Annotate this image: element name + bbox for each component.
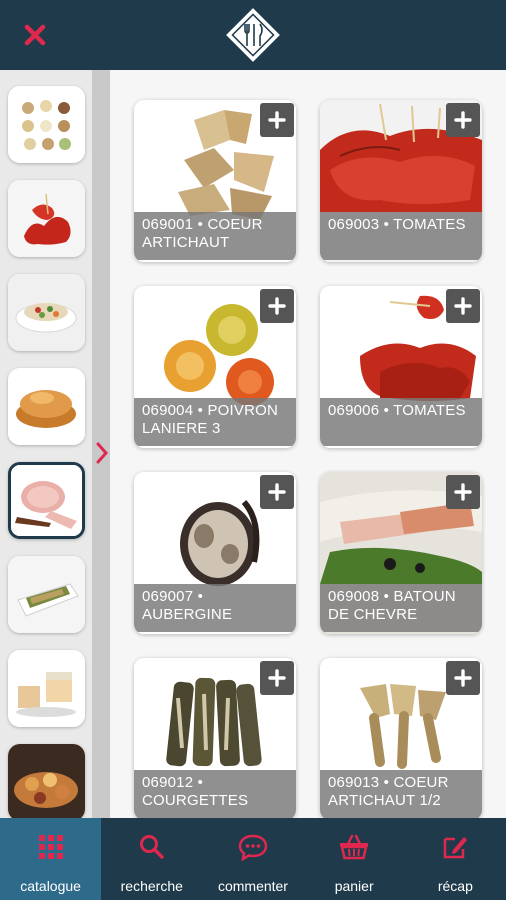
- chevron-right-icon: [96, 442, 108, 464]
- product-label: 069003 • TOMATES: [320, 212, 482, 260]
- nav-recap[interactable]: récap: [405, 818, 506, 900]
- add-to-cart-button[interactable]: [446, 289, 480, 323]
- product-card[interactable]: 069007 • AUBERGINE: [134, 472, 296, 634]
- canapes-thumbnail: [8, 86, 85, 163]
- close-icon: [24, 24, 46, 46]
- nav-label: recherche: [120, 878, 183, 894]
- nav-label: catalogue: [20, 878, 81, 894]
- product-label: 069012 • COURGETTES: [134, 770, 296, 818]
- add-to-cart-button[interactable]: [260, 475, 294, 509]
- plus-icon: [268, 111, 286, 129]
- plus-icon: [454, 297, 472, 315]
- product-card[interactable]: 069013 • COEUR ARTICHAUT 1/2: [320, 658, 482, 818]
- product-card[interactable]: 069006 • TOMATES: [320, 286, 482, 448]
- product-label: 069007 • AUBERGINE: [134, 584, 296, 632]
- add-to-cart-button[interactable]: [260, 289, 294, 323]
- plus-icon: [454, 669, 472, 687]
- category-thumb-canapes[interactable]: [8, 86, 85, 163]
- app-logo: [226, 8, 280, 62]
- product-card[interactable]: 069001 • COEUR ARTICHAUT: [134, 100, 296, 262]
- category-thumb-terrine[interactable]: [8, 556, 85, 633]
- platter-thumbnail: [8, 744, 85, 818]
- salad-bowl-thumbnail: [8, 274, 85, 351]
- close-button[interactable]: [18, 18, 52, 52]
- edit-icon: [440, 832, 470, 862]
- product-card[interactable]: 069012 • COURGETTES: [134, 658, 296, 818]
- category-thumb-tomato-skewers[interactable]: [8, 180, 85, 257]
- sidebar-expand-button[interactable]: [94, 440, 110, 466]
- plus-icon: [454, 111, 472, 129]
- plus-icon: [268, 669, 286, 687]
- plus-icon: [268, 483, 286, 501]
- nav-label: panier: [334, 878, 374, 894]
- category-thumb-pastry[interactable]: [8, 368, 85, 445]
- search-icon: [137, 832, 167, 862]
- product-card[interactable]: 069004 • POIVRON LANIERE 3: [134, 286, 296, 448]
- nav-catalogue[interactable]: catalogue: [0, 818, 102, 900]
- category-thumb-salad[interactable]: [8, 274, 85, 351]
- ham-thumbnail: [11, 465, 82, 536]
- product-label: 069013 • COEUR ARTICHAUT 1/2: [320, 770, 482, 818]
- bottom-navigation: catalogue recherche commenter panier réc…: [0, 818, 506, 900]
- category-thumb-platter[interactable]: [8, 744, 85, 818]
- app-root: 069001 • COEUR ARTICHAUT 069003 • TOMATE…: [0, 0, 506, 900]
- category-sidebar: [0, 70, 110, 818]
- pastry-thumbnail: [8, 368, 85, 445]
- terrine-dish-thumbnail: [8, 556, 85, 633]
- top-bar: [0, 0, 506, 70]
- add-to-cart-button[interactable]: [260, 661, 294, 695]
- nav-label: commenter: [217, 878, 288, 894]
- add-to-cart-button[interactable]: [446, 103, 480, 137]
- nav-label: récap: [437, 878, 473, 894]
- add-to-cart-button[interactable]: [446, 475, 480, 509]
- nav-panier[interactable]: panier: [304, 818, 405, 900]
- grid-icon: [36, 832, 66, 862]
- comment-icon: [238, 832, 268, 862]
- product-label: 069008 • BATOUN DE CHEVRE: [320, 584, 482, 632]
- plus-icon: [454, 483, 472, 501]
- foie-gras-thumbnail: [8, 650, 85, 727]
- product-label: 069006 • TOMATES: [320, 398, 482, 446]
- product-card[interactable]: 069008 • BATOUN DE CHEVRE: [320, 472, 482, 634]
- fork-knife-logo-icon: [226, 8, 280, 62]
- nav-commenter[interactable]: commenter: [202, 818, 303, 900]
- category-thumb-foie-gras[interactable]: [8, 650, 85, 727]
- product-card[interactable]: 069003 • TOMATES: [320, 100, 482, 262]
- tomato-skewers-thumbnail: [8, 180, 85, 257]
- product-grid: 069001 • COEUR ARTICHAUT 069003 • TOMATE…: [110, 70, 506, 818]
- plus-icon: [268, 297, 286, 315]
- category-thumb-ham[interactable]: [8, 462, 85, 539]
- add-to-cart-button[interactable]: [446, 661, 480, 695]
- add-to-cart-button[interactable]: [260, 103, 294, 137]
- product-label: 069004 • POIVRON LANIERE 3: [134, 398, 296, 446]
- nav-recherche[interactable]: recherche: [101, 818, 202, 900]
- product-label: 069001 • COEUR ARTICHAUT: [134, 212, 296, 260]
- basket-icon: [339, 832, 369, 862]
